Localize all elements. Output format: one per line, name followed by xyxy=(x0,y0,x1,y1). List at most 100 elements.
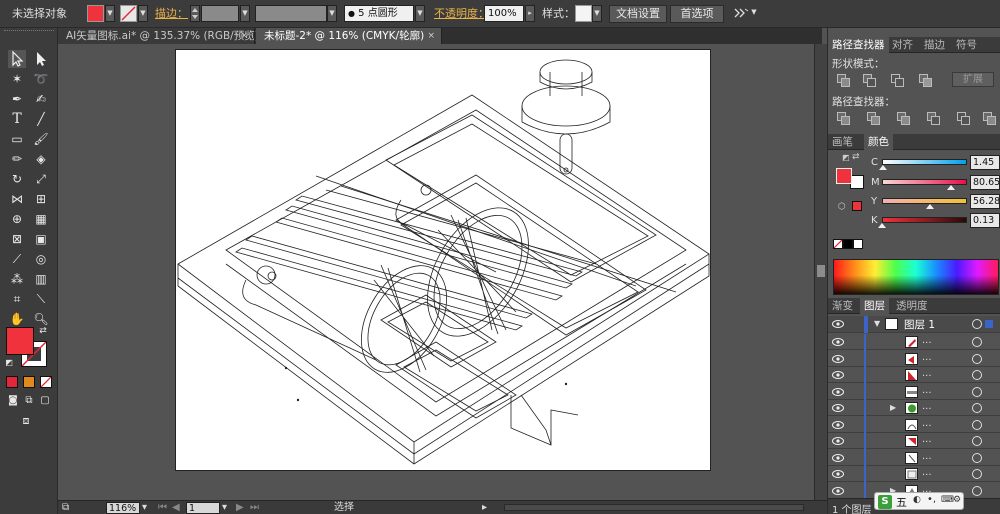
ime-mode-label[interactable]: 五 xyxy=(896,494,907,510)
ime-toolbar[interactable]: S 五 ◐ •, ⌨ ⚙ xyxy=(874,492,964,510)
close-icon[interactable]: × xyxy=(240,28,248,44)
vertical-scrollbar[interactable] xyxy=(814,44,827,500)
sublayer-name[interactable]: ... xyxy=(922,335,932,346)
default-fill-stroke-icon[interactable]: ◩ xyxy=(4,358,14,368)
cmyk-slider-track[interactable] xyxy=(882,198,967,204)
preferences-button[interactable]: 首选项 xyxy=(670,5,724,23)
sublayer-name[interactable]: ... xyxy=(922,385,932,396)
document-setup-button[interactable]: 文档设置 xyxy=(609,5,667,23)
color-spectrum[interactable] xyxy=(833,259,999,295)
sublayer-row[interactable]: ▶... xyxy=(828,400,1000,417)
tab-gradient[interactable]: 渐变 xyxy=(828,298,857,314)
change-screen-mode-icon[interactable]: ⧈ xyxy=(16,414,36,428)
artboard-tool-icon[interactable]: ⌗ xyxy=(8,290,26,308)
tab-align[interactable]: 对齐 xyxy=(888,37,917,53)
free-transform-tool-icon[interactable]: ⊞ xyxy=(32,190,50,208)
crop-icon[interactable] xyxy=(926,111,942,125)
target-icon[interactable] xyxy=(972,319,982,329)
paintbrush-tool-icon[interactable]: 🖌 xyxy=(32,130,50,148)
brush-dropdown[interactable]: ▼ xyxy=(415,5,425,22)
target-icon[interactable] xyxy=(972,485,982,496)
sublayer-name[interactable]: ... xyxy=(922,401,932,412)
none-mode-button[interactable] xyxy=(40,376,52,388)
cmyk-slider-thumb[interactable] xyxy=(878,223,887,228)
graphic-style-dropdown[interactable]: ▼ xyxy=(592,5,602,22)
outline-icon[interactable] xyxy=(956,111,972,125)
layer-row-main[interactable]: ▼ 图层 1 xyxy=(828,316,1000,333)
sublayer-row[interactable]: ... xyxy=(828,466,1000,483)
eye-icon[interactable] xyxy=(832,354,844,364)
black-swatch[interactable] xyxy=(843,239,853,249)
arrange-dropdown[interactable]: ▼ xyxy=(749,5,759,22)
hand-tool-icon[interactable]: ✋ xyxy=(8,310,26,328)
tab-color[interactable]: 颜色 xyxy=(864,134,893,150)
intersect-icon[interactable] xyxy=(890,73,906,87)
target-icon[interactable] xyxy=(972,403,982,413)
arrange-documents-icon[interactable] xyxy=(733,5,749,22)
color-mode-button[interactable] xyxy=(6,376,18,388)
eye-icon[interactable] xyxy=(832,319,844,329)
lasso-tool-icon[interactable]: ➰ xyxy=(32,70,50,88)
previous-artboard-icon[interactable]: ◀ xyxy=(172,502,180,514)
tab-document-1[interactable]: AI矢量图标.ai* @ 135.37% (RGB/预览) × xyxy=(58,28,259,44)
target-icon[interactable] xyxy=(972,370,982,380)
divide-icon[interactable] xyxy=(836,111,852,125)
artboard-number-input[interactable]: 1 xyxy=(186,502,220,514)
target-icon[interactable] xyxy=(972,386,982,397)
target-icon[interactable] xyxy=(972,436,982,446)
merge-icon[interactable] xyxy=(896,111,912,125)
white-swatch[interactable] xyxy=(853,239,863,249)
eye-icon[interactable] xyxy=(832,420,844,430)
minus-back-icon[interactable] xyxy=(982,111,998,125)
first-artboard-icon[interactable]: ⏮ xyxy=(158,502,167,514)
pencil-tool-icon[interactable]: ✏ xyxy=(8,150,26,168)
next-artboard-icon[interactable]: ▶ xyxy=(236,502,244,514)
rectangle-tool-icon[interactable]: ▭ xyxy=(8,130,26,148)
horizontal-scrollbar[interactable] xyxy=(504,504,804,511)
fill-swatch[interactable] xyxy=(87,5,104,22)
ime-half-width-icon[interactable]: ◐ xyxy=(913,495,921,505)
eye-icon[interactable] xyxy=(832,469,844,479)
exclude-icon[interactable] xyxy=(918,73,934,87)
eyedropper-tool-icon[interactable]: ⟋ xyxy=(8,250,26,268)
stroke-weight-dropdown[interactable]: ▼ xyxy=(240,5,250,22)
cmyk-slider-thumb[interactable] xyxy=(946,185,955,190)
opacity-input[interactable]: 100% xyxy=(484,5,524,22)
target-icon[interactable] xyxy=(972,337,982,347)
unite-icon[interactable] xyxy=(836,73,852,87)
tab-stroke[interactable]: 描边 xyxy=(920,37,949,53)
eye-icon[interactable] xyxy=(832,370,844,380)
close-icon[interactable]: × xyxy=(427,28,435,44)
artboard-nav-icon[interactable]: ⧉ xyxy=(62,502,69,514)
trim-icon[interactable] xyxy=(866,111,882,125)
perspective-grid-tool-icon[interactable]: ▦ xyxy=(32,210,50,228)
cmyk-value-input[interactable]: 56.28 xyxy=(970,194,1000,209)
stroke-dropdown-arrow[interactable]: ▼ xyxy=(138,5,148,22)
cmyk-value-input[interactable]: 80.65 xyxy=(970,175,1000,190)
collapse-arrow-icon[interactable]: ▼ xyxy=(874,319,880,328)
draw-behind-icon[interactable]: ⧉ xyxy=(22,394,36,408)
ime-settings-icon[interactable]: ⚙ xyxy=(953,495,961,505)
slice-tool-icon[interactable]: ⟍ xyxy=(32,290,50,308)
sublayer-row[interactable]: ... xyxy=(828,416,1000,434)
sublayer-name[interactable]: ... xyxy=(922,451,932,462)
variable-width-profile[interactable] xyxy=(255,5,327,22)
sublayer-row[interactable]: ... xyxy=(828,367,1000,384)
rotate-tool-icon[interactable]: ↻ xyxy=(8,170,26,188)
sublayer-name[interactable]: ... xyxy=(922,434,932,445)
vertical-scroll-thumb[interactable] xyxy=(817,265,825,277)
expand-arrow-icon[interactable]: ▶ xyxy=(890,403,896,412)
symbol-sprayer-tool-icon[interactable]: ⁂ xyxy=(8,270,26,288)
zoom-input[interactable]: 116% xyxy=(106,502,140,514)
eye-icon[interactable] xyxy=(832,436,844,446)
minus-front-icon[interactable] xyxy=(862,73,878,87)
none-color-swatch[interactable] xyxy=(833,239,843,249)
zoom-dropdown-icon[interactable]: ▾ xyxy=(142,502,147,514)
shape-builder-tool-icon[interactable]: ⊕ xyxy=(8,210,26,228)
tab-symbols[interactable]: 符号 xyxy=(952,37,981,53)
sublayer-row[interactable]: ... xyxy=(828,449,1000,467)
draw-normal-icon[interactable]: ◙ xyxy=(6,394,20,408)
target-icon[interactable] xyxy=(972,452,982,463)
target-icon[interactable] xyxy=(972,353,982,364)
magic-wand-tool-icon[interactable]: ✶ xyxy=(8,70,26,88)
